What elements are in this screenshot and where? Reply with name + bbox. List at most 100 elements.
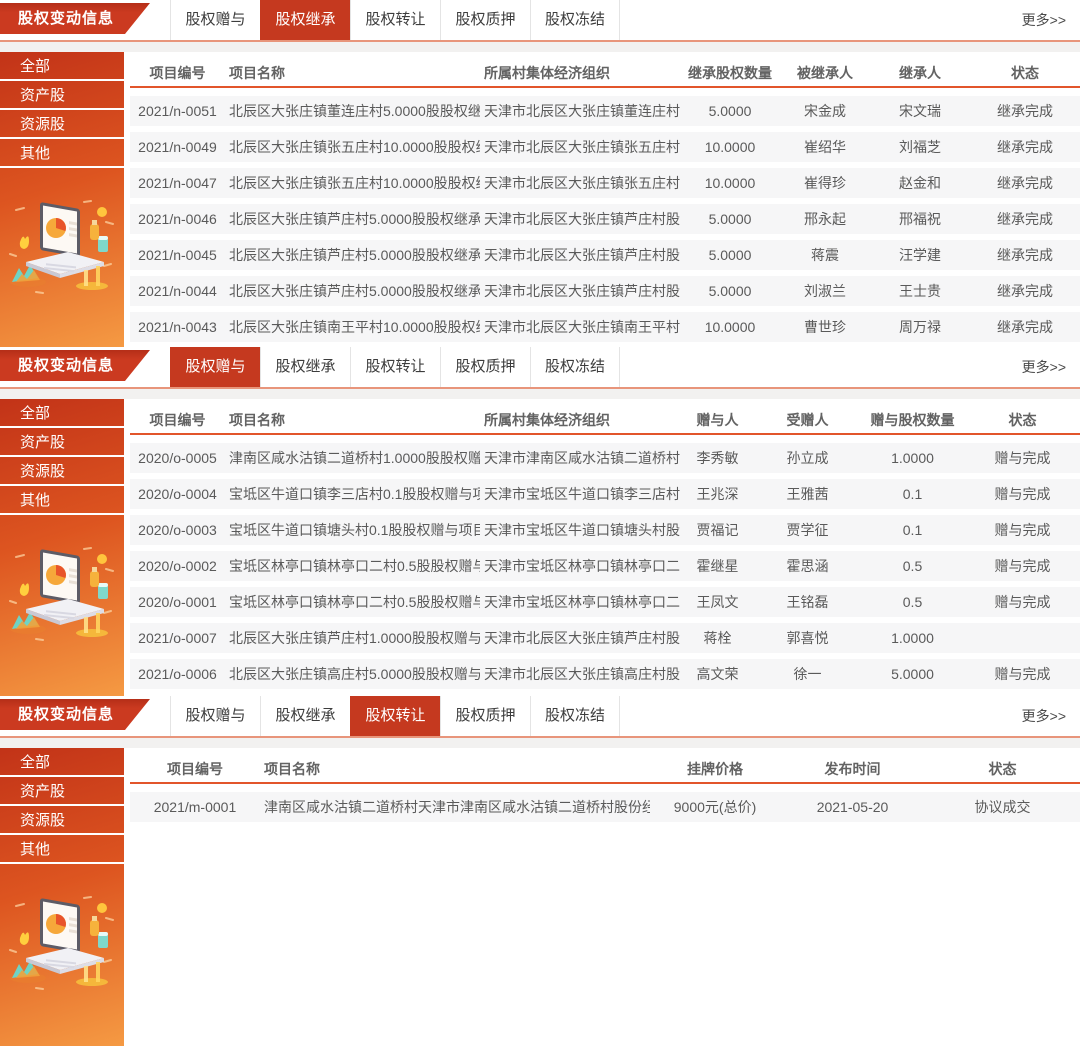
- sidebar-item-0[interactable]: 全部: [0, 52, 124, 81]
- sidebar-item-0[interactable]: 全部: [0, 748, 124, 777]
- sidebar-item-1[interactable]: 资产股: [0, 777, 124, 806]
- tab-list: 股权赠与股权继承股权转让股权质押股权冻结: [170, 696, 620, 736]
- table-row[interactable]: 2021/n-0044北辰区大张庄镇芦庄村5.0000股股权继承...天津市北辰…: [130, 276, 1080, 306]
- section-content: 全部资产股资源股其他 项目编号项目名称所属村集体经济组织赠与人受赠人赠与股权数量…: [0, 399, 1080, 696]
- table-cell: 0.5: [860, 594, 965, 610]
- category-list: 全部资产股资源股其他: [0, 748, 124, 864]
- column-header: 项目编号: [130, 410, 225, 430]
- table-cell: 赠与完成: [965, 520, 1080, 540]
- table-cell: 蒋震: [780, 245, 870, 265]
- data-table: 项目编号项目名称所属村集体经济组织赠与人受赠人赠与股权数量状态 2020/o-0…: [130, 399, 1080, 689]
- tab-0[interactable]: 股权赠与: [170, 0, 260, 40]
- table-body: 2021/n-0051北辰区大张庄镇董连庄村5.0000股股权继...天津市北辰…: [130, 96, 1080, 342]
- tab-0[interactable]: 股权赠与: [170, 696, 260, 736]
- sidebar-item-3[interactable]: 其他: [0, 835, 124, 864]
- table-cell: 津南区咸水沽镇二道桥村1.0000股股权赠...: [225, 448, 480, 468]
- tab-4[interactable]: 股权冻结: [530, 347, 620, 387]
- sidebar-item-1[interactable]: 资产股: [0, 81, 124, 110]
- table-cell: 2021/n-0043: [130, 319, 225, 335]
- data-table: 项目编号项目名称挂牌价格发布时间状态 2021/m-0001津南区咸水沽镇二道桥…: [130, 748, 1080, 822]
- table-row[interactable]: 2021/n-0051北辰区大张庄镇董连庄村5.0000股股权继...天津市北辰…: [130, 96, 1080, 126]
- table-row[interactable]: 2020/o-0005津南区咸水沽镇二道桥村1.0000股股权赠...天津市津南…: [130, 443, 1080, 473]
- column-header: 所属村集体经济组织: [480, 410, 680, 430]
- table-row[interactable]: 2021/o-0006北辰区大张庄镇高庄村5.0000股股权赠与...天津市北辰…: [130, 659, 1080, 689]
- section-equity-inheritance: 股权变动信息 股权赠与股权继承股权转让股权质押股权冻结 更多>> 全部资产股资源…: [0, 0, 1080, 347]
- table-cell: 继承完成: [970, 101, 1080, 121]
- table-cell: 天津市北辰区大张庄镇南王平村股...: [480, 317, 680, 337]
- sidebar-item-3[interactable]: 其他: [0, 139, 124, 168]
- table-cell: 北辰区大张庄镇高庄村5.0000股股权赠与...: [225, 664, 480, 684]
- tab-active-1[interactable]: 股权继承: [260, 0, 350, 40]
- table-header-row: 项目编号项目名称所属村集体经济组织继承股权数量被继承人继承人状态: [130, 62, 1080, 88]
- more-link[interactable]: 更多>>: [1022, 347, 1066, 387]
- tab-3[interactable]: 股权质押: [440, 696, 530, 736]
- table-cell: 2021/m-0001: [130, 799, 260, 815]
- table-cell: 2020/o-0001: [130, 594, 225, 610]
- tab-list: 股权赠与股权继承股权转让股权质押股权冻结: [170, 347, 620, 387]
- table-cell: 北辰区大张庄镇张五庄村10.0000股股权继...: [225, 173, 480, 193]
- table-cell: 继承完成: [970, 173, 1080, 193]
- table-row[interactable]: 2021/m-0001津南区咸水沽镇二道桥村天津市津南区咸水沽镇二道桥村股份经.…: [130, 792, 1080, 822]
- sidebar-item-3[interactable]: 其他: [0, 486, 124, 515]
- tab-4[interactable]: 股权冻结: [530, 696, 620, 736]
- table-cell: 邢福祝: [870, 209, 970, 229]
- column-header: 项目名称: [225, 63, 480, 83]
- tab-active-0[interactable]: 股权赠与: [170, 347, 260, 387]
- table-row[interactable]: 2020/o-0003宝坻区牛道口镇塘头村0.1股股权赠与项目天津市宝坻区牛道口…: [130, 515, 1080, 545]
- tab-1[interactable]: 股权继承: [260, 347, 350, 387]
- table-cell: 天津市宝坻区林亭口镇林亭口二村...: [480, 592, 680, 612]
- tab-4[interactable]: 股权冻结: [530, 0, 620, 40]
- table-cell: 2021/n-0051: [130, 103, 225, 119]
- column-header: 被继承人: [780, 63, 870, 83]
- tab-3[interactable]: 股权质押: [440, 0, 530, 40]
- table-row[interactable]: 2021/n-0049北辰区大张庄镇张五庄村10.0000股股权继...天津市北…: [130, 132, 1080, 162]
- table-row[interactable]: 2020/o-0004宝坻区牛道口镇李三店村0.1股股权赠与项目天津市宝坻区牛道…: [130, 479, 1080, 509]
- column-header: 状态: [965, 410, 1080, 430]
- table-cell: 周万禄: [870, 317, 970, 337]
- table-cell: 蒋栓: [680, 628, 755, 648]
- tab-2[interactable]: 股权转让: [350, 0, 440, 40]
- sidebar-item-2[interactable]: 资源股: [0, 110, 124, 139]
- more-link[interactable]: 更多>>: [1022, 696, 1066, 736]
- table-row[interactable]: 2020/o-0001宝坻区林亭口镇林亭口二村0.5股股权赠与...天津市宝坻区…: [130, 587, 1080, 617]
- tab-active-2[interactable]: 股权转让: [350, 696, 440, 736]
- tab-1[interactable]: 股权继承: [260, 696, 350, 736]
- table-cell: 徐一: [755, 664, 860, 684]
- sidebar-item-0[interactable]: 全部: [0, 399, 124, 428]
- table-row[interactable]: 2021/n-0047北辰区大张庄镇张五庄村10.0000股股权继...天津市北…: [130, 168, 1080, 198]
- table-row[interactable]: 2020/o-0002宝坻区林亭口镇林亭口二村0.5股股权赠与...天津市宝坻区…: [130, 551, 1080, 581]
- sidebar-item-2[interactable]: 资源股: [0, 457, 124, 486]
- divider-strip: [0, 42, 1080, 52]
- table-cell: 贾福记: [680, 520, 755, 540]
- table-cell: 5.0000: [680, 247, 780, 263]
- table-cell: 天津市北辰区大张庄镇高庄村股份...: [480, 664, 680, 684]
- section-banner: 股权变动信息: [0, 350, 150, 381]
- table-cell: 赠与完成: [965, 556, 1080, 576]
- table-cell: 5.0000: [680, 283, 780, 299]
- column-header: 赠与股权数量: [860, 410, 965, 430]
- tab-3[interactable]: 股权质押: [440, 347, 530, 387]
- table-cell: 宝坻区牛道口镇李三店村0.1股股权赠与项目: [225, 484, 480, 504]
- table-cell: 2020/o-0003: [130, 522, 225, 538]
- section-equity-transfer: 股权变动信息 股权赠与股权继承股权转让股权质押股权冻结 更多>> 全部资产股资源…: [0, 696, 1080, 1046]
- table-row[interactable]: 2021/n-0045北辰区大张庄镇芦庄村5.0000股股权继承...天津市北辰…: [130, 240, 1080, 270]
- table-row[interactable]: 2021/o-0007北辰区大张庄镇芦庄村1.0000股股权赠与...天津市北辰…: [130, 623, 1080, 653]
- table-cell: 汪学建: [870, 245, 970, 265]
- table-cell: 北辰区大张庄镇芦庄村1.0000股股权赠与...: [225, 628, 480, 648]
- tab-2[interactable]: 股权转让: [350, 347, 440, 387]
- table-cell: 王兆深: [680, 484, 755, 504]
- column-header: 继承人: [870, 63, 970, 83]
- table-cell: 孙立成: [755, 448, 860, 468]
- sidebar-item-1[interactable]: 资产股: [0, 428, 124, 457]
- table-cell: 赠与完成: [965, 484, 1080, 504]
- laptop-chart-illustration: [6, 543, 118, 647]
- table-row[interactable]: 2021/n-0043北辰区大张庄镇南王平村10.0000股股权继...天津市北…: [130, 312, 1080, 342]
- table-cell: 崔绍华: [780, 137, 870, 157]
- table-cell: 宝坻区牛道口镇塘头村0.1股股权赠与项目: [225, 520, 480, 540]
- more-link[interactable]: 更多>>: [1022, 0, 1066, 40]
- column-header: 项目名称: [225, 410, 480, 430]
- table-cell: 5.0000: [860, 666, 965, 682]
- table-row[interactable]: 2021/n-0046北辰区大张庄镇芦庄村5.0000股股权继承...天津市北辰…: [130, 204, 1080, 234]
- sidebar-item-2[interactable]: 资源股: [0, 806, 124, 835]
- table-cell: 天津市北辰区大张庄镇芦庄村股份...: [480, 281, 680, 301]
